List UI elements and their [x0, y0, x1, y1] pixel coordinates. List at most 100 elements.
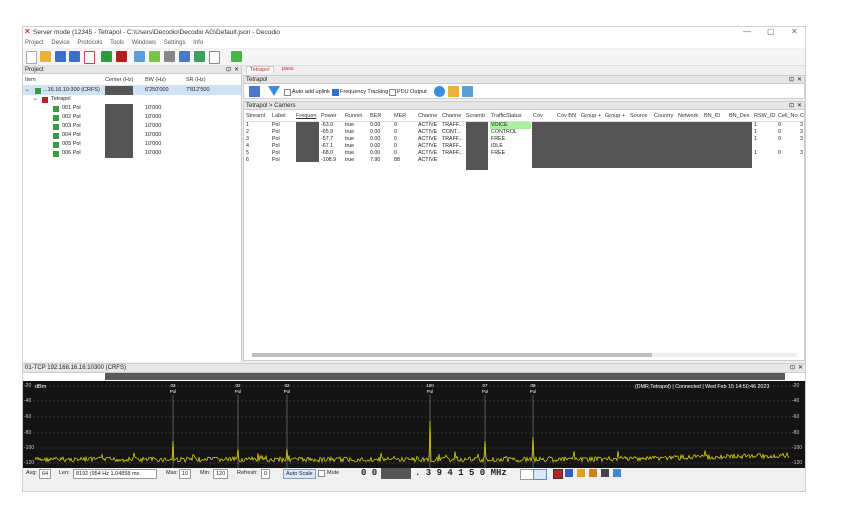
spectrum-overview-bar[interactable]: [105, 373, 785, 380]
stop-icon[interactable]: [116, 51, 127, 62]
freq-display[interactable]: . 3 9 4 1 5 0 MHz: [415, 468, 507, 478]
tab-tetrapol[interactable]: Tetrapol: [246, 66, 274, 73]
close-button[interactable]: ✕: [791, 27, 798, 36]
min-input[interactable]: 120: [213, 469, 229, 479]
len-select[interactable]: 8192 (954 Hz 1.04858 ms: [73, 469, 157, 479]
table-row[interactable]: 6 Pol -108.9 true 7.90 88 ACTIVE: [244, 157, 804, 164]
filter-icon[interactable]: [84, 51, 95, 64]
col-cov-bn[interactable]: Cov BN: [557, 113, 576, 120]
tree-item[interactable]: 004 Pol 10'000: [23, 131, 241, 140]
pin-icon[interactable]: ⊡: [789, 76, 794, 84]
wrench-icon[interactable]: [179, 51, 190, 62]
refresh-input[interactable]: 0: [261, 469, 271, 479]
new-file-icon[interactable]: [26, 51, 37, 64]
tune-icon[interactable]: [249, 86, 260, 97]
freq-unit-box[interactable]: [520, 469, 534, 480]
save-as-icon[interactable]: [69, 51, 80, 62]
maximize-button[interactable]: ▢: [767, 27, 775, 36]
audio-icon[interactable]: [577, 469, 585, 477]
save-icon[interactable]: [55, 51, 66, 62]
table-row[interactable]: 5 Pol -68.0 true 0.00 0 ACTIVE TRAFF... …: [244, 150, 804, 157]
pdu-output-checkbox[interactable]: [389, 89, 397, 96]
table-row[interactable]: 1 Pol -63.0 true 0.00 0 ACTIVE TRAFF... …: [244, 122, 804, 129]
tab-pass[interactable]: pass: [279, 66, 297, 72]
mute-checkbox[interactable]: [318, 470, 326, 477]
tree-icon[interactable]: [134, 51, 145, 62]
minimize-button[interactable]: —: [743, 27, 751, 36]
tree-item[interactable]: 006 Pol 10'000: [23, 149, 241, 158]
col-source[interactable]: Source: [630, 113, 647, 120]
tree-item[interactable]: 005 Pol 10'000: [23, 140, 241, 149]
tree-item[interactable]: 001 Pol 10'000: [23, 104, 241, 113]
expand-chevron-icon[interactable]: ⌄: [33, 95, 38, 104]
tools-icon[interactable]: [164, 51, 175, 62]
col-scramble[interactable]: Scramb: [466, 113, 485, 120]
open-folder-icon[interactable]: [40, 51, 51, 62]
freq-step-box[interactable]: [533, 469, 547, 480]
col-cov[interactable]: Cov: [533, 113, 543, 120]
col-group-1[interactable]: Group +: [581, 113, 601, 120]
grid-icon[interactable]: [462, 86, 473, 97]
panel-close-icon[interactable]: ✕: [797, 102, 802, 110]
screen-icon[interactable]: [613, 469, 621, 477]
menu-project[interactable]: Project: [25, 39, 44, 48]
menu-tools[interactable]: Tools: [110, 39, 124, 48]
col-bw[interactable]: BW (Hz): [145, 77, 166, 83]
col-network[interactable]: Network: [678, 113, 698, 120]
chart-icon[interactable]: [194, 51, 205, 62]
col-stream[interactable]: StreamI: [246, 113, 265, 120]
auto-scale-button[interactable]: Auto Scale: [283, 469, 316, 479]
menu-protocols[interactable]: Protocols: [77, 39, 102, 48]
refresh-icon[interactable]: [231, 51, 242, 62]
avg-input[interactable]: 64: [39, 469, 52, 479]
col-mer[interactable]: MER: [394, 113, 406, 120]
protocol-row[interactable]: ⌄ Tetrapol: [23, 95, 241, 104]
table-icon[interactable]: [448, 86, 459, 97]
auto-add-uplink-checkbox[interactable]: [284, 89, 292, 96]
col-frequency[interactable]: Frequen: [296, 113, 317, 120]
pin-icon[interactable]: ⊡: [789, 102, 794, 110]
col-power[interactable]: Power: [321, 113, 337, 120]
frequency-tracking-checkbox[interactable]: [332, 89, 340, 96]
device-row[interactable]: ⌄ ...16.16.10:300 (CRFS) 6'250'000 7'812…: [23, 86, 241, 95]
funnel-icon[interactable]: [268, 86, 280, 96]
record-icon[interactable]: [553, 469, 563, 479]
menu-info[interactable]: Info: [193, 39, 203, 48]
col-country[interactable]: Country: [654, 113, 673, 120]
scroll-thumb[interactable]: [252, 353, 652, 357]
table-row[interactable]: 2 Pol -65.9 true 0.00 0 ACTIVE CONT... C…: [244, 129, 804, 136]
table-row[interactable]: 3 Pol -57.7 true 0.00 0 ACTIVE TRAFF... …: [244, 136, 804, 143]
play-icon[interactable]: [101, 51, 112, 62]
col-cell-no[interactable]: Cell_No: [778, 113, 798, 120]
col-channel-2[interactable]: Channe: [442, 113, 461, 120]
col-sr[interactable]: SR (Hz): [186, 77, 206, 83]
panel-close-icon[interactable]: ✕: [234, 66, 239, 74]
col-ber[interactable]: BER: [370, 113, 381, 120]
tree-item[interactable]: 003 Pol 10'000: [23, 122, 241, 131]
panel-close-icon[interactable]: ✕: [797, 76, 802, 84]
monitor-icon[interactable]: [601, 469, 609, 477]
col-c[interactable]: C: [800, 113, 804, 120]
menu-settings[interactable]: Settings: [164, 39, 186, 48]
connect-icon[interactable]: [149, 51, 160, 62]
col-center[interactable]: Center (Hz): [105, 77, 133, 83]
panel-close-icon[interactable]: ✕: [798, 364, 803, 372]
tree-item[interactable]: 002 Pol 10'000: [23, 113, 241, 122]
pin-icon[interactable]: ⊡: [226, 66, 231, 74]
max-input[interactable]: 10: [179, 469, 192, 479]
expand-chevron-icon[interactable]: ⌄: [25, 86, 30, 95]
col-rsw-id[interactable]: RSW_ID: [754, 113, 775, 120]
col-running[interactable]: Runnin: [345, 113, 362, 120]
table-row[interactable]: 4 Pol -67.1 true 0.00 0 ACTIVE TRAFF... …: [244, 143, 804, 150]
col-item[interactable]: Item: [25, 77, 36, 83]
col-traffic-status[interactable]: TrafficStatus: [491, 113, 522, 120]
pin-icon[interactable]: ⊡: [790, 364, 795, 372]
col-bn-id[interactable]: BN_ID: [704, 113, 720, 120]
signal-icon[interactable]: [434, 86, 445, 97]
col-channel-1[interactable]: Channe: [418, 113, 437, 120]
pen-icon[interactable]: [589, 469, 597, 477]
settings-icon[interactable]: [565, 469, 573, 477]
spectrum-plot[interactable]: 03Pol02Pol02Pol100Pol07Pol09Pol: [23, 381, 805, 469]
menu-device[interactable]: Device: [51, 39, 69, 48]
menu-windows[interactable]: Windows: [132, 39, 156, 48]
